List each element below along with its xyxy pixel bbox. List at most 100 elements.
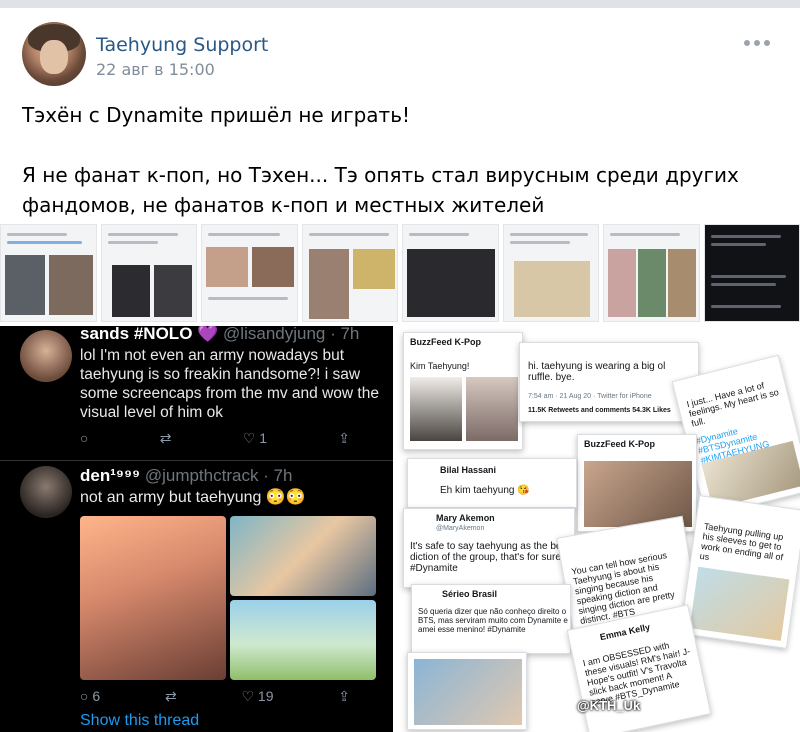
attachment-thumbnails xyxy=(0,224,800,322)
tweet-card: sands #NOLO 💜 @lisandyjung · 7h lol I'm … xyxy=(0,326,393,456)
tweet-author: den¹⁹⁹⁹ @jumpthctrack · 7h xyxy=(80,466,292,486)
tweet-actions: ○ 6 ⇄ ♡ 19 ⇪ xyxy=(80,688,350,705)
card-author: Emma Kelly xyxy=(598,621,651,643)
card-text: I am OBSESSED with these visuals! RM's h… xyxy=(581,640,692,708)
thumb-photo xyxy=(608,249,636,317)
mary-tweet-card: Mary Akemon @MaryAkemon It's safe to say… xyxy=(403,508,575,588)
thumbnail-image[interactable] xyxy=(502,224,599,322)
more-options-icon[interactable] xyxy=(744,38,770,48)
buzzfeed-card: BuzzFeed K-Pop Kim Taehyung! xyxy=(403,332,523,450)
retweet-icon[interactable]: ⇄ xyxy=(165,688,177,705)
card-photo xyxy=(689,566,790,641)
thumb-text xyxy=(710,275,786,278)
card-meta: 7:54 am · 21 Aug 20 · Twitter for iPhone xyxy=(528,393,652,400)
thumb-text xyxy=(710,305,781,308)
thumb-text xyxy=(208,233,280,236)
reply-count: 6 xyxy=(92,688,101,704)
tweet-author-name: sands #NOLO 💜 xyxy=(80,326,219,343)
thumbnail-image[interactable] xyxy=(201,224,298,322)
card-text: hi. taehyung is wearing a big ol ruffle.… xyxy=(528,361,666,383)
card-photo xyxy=(414,659,522,725)
thumb-photo xyxy=(513,261,590,317)
brasil-tweet-card: Sérieo Brasil Só queria dizer que não co… xyxy=(411,584,571,654)
card-text: Taehyung pulling up his sleeves to get t… xyxy=(699,521,784,563)
post-text-line-1: Тэхён с Dynamite пришёл не играть! xyxy=(22,103,410,127)
tweet-actions: ○ ⇄ ♡ 1 ⇪ xyxy=(80,430,350,447)
card-handle: @MaryAkemon xyxy=(436,525,485,532)
share-icon[interactable]: ⇪ xyxy=(338,430,350,447)
tweet-avatar xyxy=(20,330,72,382)
thumb-photo xyxy=(5,255,45,315)
top-bar xyxy=(0,0,800,8)
thumb-photo xyxy=(206,247,248,287)
thumb-text xyxy=(7,241,82,244)
thumb-text xyxy=(509,241,570,244)
thumb-text xyxy=(208,297,288,300)
like-icon[interactable]: ♡ 1 xyxy=(243,430,267,447)
thumbnail-image[interactable] xyxy=(402,224,499,322)
tweet-author: sands #NOLO 💜 @lisandyjung · 7h xyxy=(80,326,359,344)
thumbnail-image[interactable] xyxy=(0,224,97,322)
post-header: Taehyung Support 22 авг в 15:00 xyxy=(22,22,782,90)
card-photo xyxy=(466,377,518,441)
thumbnail-image[interactable] xyxy=(100,224,197,322)
watermark: @KTH_Uk xyxy=(577,698,641,713)
thumbnail-image[interactable] xyxy=(703,224,800,322)
card-photo xyxy=(410,377,462,441)
thumbnail-image[interactable] xyxy=(603,224,700,322)
post-date[interactable]: 22 авг в 15:00 xyxy=(96,60,215,79)
tweet-handle: @jumpthctrack · 7h xyxy=(144,466,293,485)
show-thread-link[interactable]: Show this thread xyxy=(80,712,199,730)
tweet-actions-row: ○ 6 ⇄ ♡ 19 ⇪ xyxy=(0,688,393,708)
tweet-screenshots-collage: BuzzFeed K-Pop Kim Taehyung! hi. taehyun… xyxy=(397,326,800,732)
thumbnail-image[interactable] xyxy=(301,224,398,322)
thumb-photo xyxy=(111,265,150,317)
thumb-text xyxy=(107,241,158,244)
like-icon[interactable]: ♡ 19 xyxy=(241,688,273,705)
tweet-avatar xyxy=(20,466,72,518)
thumb-text xyxy=(308,233,389,236)
thumb-text xyxy=(107,233,178,236)
thumb-photo xyxy=(153,265,192,317)
tweet-divider xyxy=(0,460,393,461)
thumb-text xyxy=(7,233,67,236)
thumb-text xyxy=(710,283,776,286)
card-text: Eh kim taehyung 😘 xyxy=(440,485,530,496)
author-avatar[interactable] xyxy=(22,22,86,86)
thumb-text xyxy=(710,243,766,246)
share-icon[interactable]: ⇪ xyxy=(338,688,350,705)
card-text: Só queria dizer que não conheço direito … xyxy=(418,607,568,634)
thumb-text xyxy=(409,233,469,236)
post-text-line-2: Я не фанат к-поп, но Тэхен... Тэ опять с… xyxy=(22,163,739,217)
card-author: Bilal Hassani xyxy=(440,465,497,475)
reply-icon[interactable]: ○ xyxy=(80,430,88,447)
retweet-icon[interactable]: ⇄ xyxy=(160,430,172,447)
thumb-text xyxy=(610,233,680,236)
like-count: 19 xyxy=(257,688,274,704)
avatar-face xyxy=(40,40,68,74)
thumb-photo xyxy=(308,249,349,319)
thumb-photo xyxy=(638,249,666,317)
more-dot xyxy=(754,40,760,46)
thumb-photo xyxy=(252,247,294,287)
card-text: Kim Taehyung! xyxy=(410,361,470,371)
thumb-text xyxy=(710,235,781,238)
card-author: Sérieo Brasil xyxy=(442,589,498,599)
thumb-photo xyxy=(407,249,495,317)
card-stats: 11.5K Retweets and comments 54.3K Likes xyxy=(528,407,671,414)
tweet-media-photo[interactable] xyxy=(230,516,376,596)
dark-tweets-panel: sands #NOLO 💜 @lisandyjung · 7h lol I'm … xyxy=(0,326,393,732)
reply-icon[interactable]: ○ 6 xyxy=(80,688,100,705)
more-dot xyxy=(744,40,750,46)
card-author: BuzzFeed K-Pop xyxy=(410,337,481,347)
thumb-photo xyxy=(352,249,395,289)
card-author: BuzzFeed K-Pop xyxy=(584,439,655,449)
thumb-photo xyxy=(668,249,696,317)
post-text: Тэхён с Dynamite пришёл не играть! Я не … xyxy=(22,100,782,220)
author-name[interactable]: Taehyung Support xyxy=(96,34,268,56)
tweet-author-name: den¹⁹⁹⁹ xyxy=(80,466,141,485)
card-author: Mary Akemon xyxy=(436,513,495,523)
collage-image[interactable]: sands #NOLO 💜 @lisandyjung · 7h lol I'm … xyxy=(0,326,800,732)
tweet-media-photo[interactable] xyxy=(230,600,376,680)
tweet-media-photo[interactable] xyxy=(80,516,226,680)
